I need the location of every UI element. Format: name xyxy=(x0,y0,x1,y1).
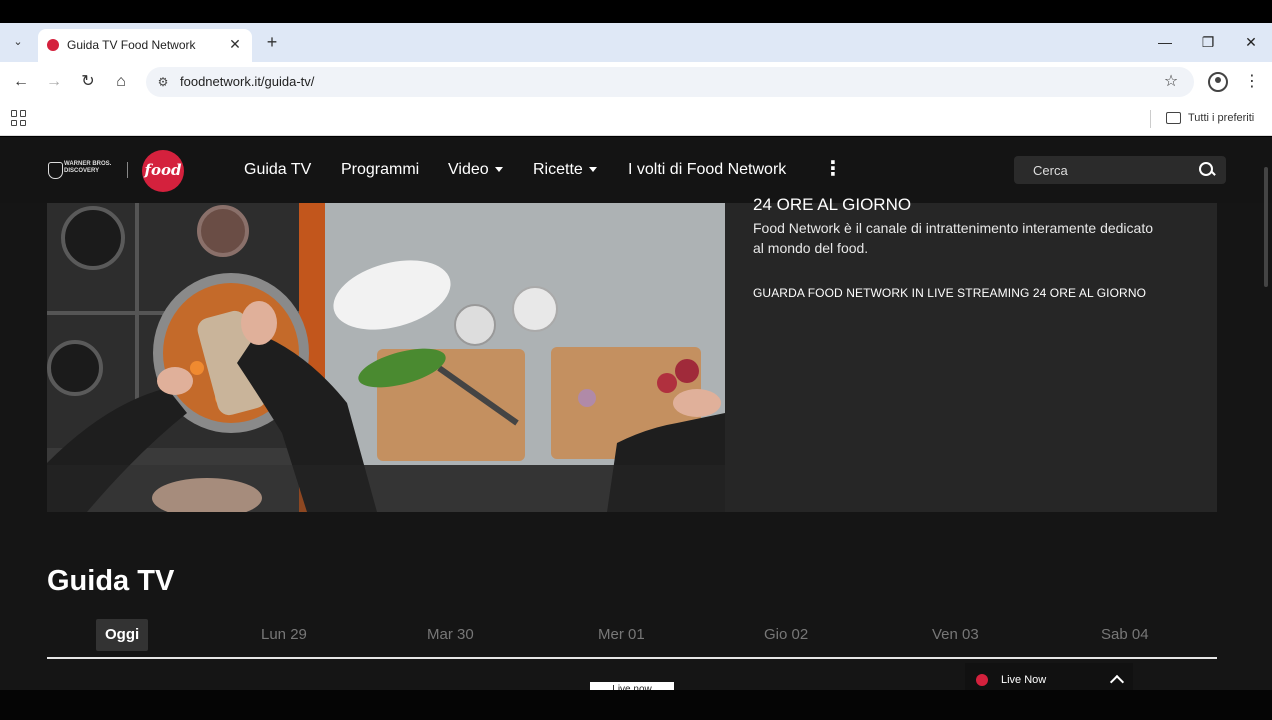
nav-programmi[interactable]: Programmi xyxy=(341,161,419,179)
browser-window: ⌄ Guida TV Food Network ✕ + — ❐ ✕ ← → ↻ … xyxy=(0,0,1272,720)
kitchen-scene-image xyxy=(47,203,725,512)
caret-down-icon xyxy=(494,167,503,173)
more-menu-icon[interactable]: ⋮ xyxy=(823,157,843,181)
live-now-tag[interactable]: Live now xyxy=(590,682,674,690)
site-settings-icon[interactable]: ⚙ xyxy=(154,73,172,91)
tab-title: Guida TV Food Network xyxy=(67,38,196,52)
live-hero-banner: 24 ORE AL GIORNO Food Network è il canal… xyxy=(47,195,1217,512)
bookmarks-divider xyxy=(1150,110,1151,128)
active-tab[interactable]: Guida TV Food Network ✕ xyxy=(38,29,252,62)
forward-arrow-icon[interactable]: → xyxy=(43,71,65,93)
search-input[interactable]: Cerca xyxy=(1033,163,1068,178)
page-scrollbar[interactable] xyxy=(1264,167,1268,287)
close-window-icon[interactable]: ✕ xyxy=(1240,31,1262,53)
close-tab-icon[interactable]: ✕ xyxy=(226,35,244,53)
reload-icon[interactable]: ↻ xyxy=(77,71,99,93)
search-icon[interactable] xyxy=(1198,161,1216,179)
live-now-player-bar[interactable]: Live Now xyxy=(965,663,1133,690)
minimize-icon[interactable]: — xyxy=(1154,31,1176,53)
live-streaming-link[interactable]: GUARDA FOOD NETWORK IN LIVE STREAMING 24… xyxy=(753,286,1146,300)
tab-oggi[interactable]: Oggi xyxy=(96,619,149,651)
nav-ricette-label: Ricette xyxy=(533,161,583,178)
site-header: WARNER BROS. DISCOVERY food Guida TV Pro… xyxy=(0,137,1272,203)
back-arrow-icon[interactable]: ← xyxy=(10,71,32,93)
nav-ricette[interactable]: Ricette xyxy=(533,161,597,179)
logo-divider xyxy=(127,162,128,178)
nav-video-label: Video xyxy=(448,161,489,178)
food-network-favicon-icon xyxy=(47,39,59,51)
tab-search-chevron-icon[interactable]: ⌄ xyxy=(8,32,28,52)
chevron-up-icon[interactable] xyxy=(1108,671,1126,689)
bookmark-star-icon[interactable]: ☆ xyxy=(1160,71,1182,93)
all-bookmarks-label[interactable]: Tutti i preferiti xyxy=(1188,112,1254,124)
folder-icon[interactable] xyxy=(1166,112,1181,124)
apps-grid-icon[interactable] xyxy=(11,110,27,126)
hero-heading: 24 ORE AL GIORNO xyxy=(753,195,912,214)
tab-ven-03[interactable]: Ven 03 xyxy=(932,619,979,651)
wbd-logo-line1: WARNER BROS. xyxy=(64,161,112,167)
url-text[interactable]: foodnetwork.it/guida-tv/ xyxy=(180,74,314,89)
hero-description: Food Network è il canale di intrattenime… xyxy=(753,220,1153,256)
tab-mar-30[interactable]: Mar 30 xyxy=(427,619,474,651)
new-tab-plus-icon[interactable]: + xyxy=(262,32,282,52)
tab-mer-01[interactable]: Mer 01 xyxy=(598,619,645,651)
nav-volti[interactable]: I volti di Food Network xyxy=(628,161,786,179)
page-content: WARNER BROS. DISCOVERY food Guida TV Pro… xyxy=(0,137,1272,690)
bookmarks-bar: Tutti i preferiti xyxy=(0,102,1272,136)
nav-guida-tv[interactable]: Guida TV xyxy=(244,161,311,179)
restore-icon[interactable]: ❐ xyxy=(1197,31,1219,53)
nav-video[interactable]: Video xyxy=(448,161,503,179)
tab-strip: ⌄ Guida TV Food Network ✕ + — ❐ ✕ xyxy=(0,23,1272,62)
search-box[interactable]: Cerca xyxy=(1014,156,1226,184)
address-bar[interactable]: ⚙ foodnetwork.it/guida-tv/ xyxy=(146,67,1194,97)
warner-bros-discovery-logo[interactable]: WARNER BROS. DISCOVERY xyxy=(48,161,120,179)
tab-lun-29[interactable]: Lun 29 xyxy=(261,619,307,651)
browser-toolbar: ← → ↻ ⌂ ⚙ foodnetwork.it/guida-tv/ ☆ ⋮ xyxy=(0,62,1272,102)
food-network-logo[interactable]: food xyxy=(142,150,184,192)
profile-avatar-icon[interactable] xyxy=(1208,72,1228,92)
wbd-logo-line2: DISCOVERY xyxy=(64,168,100,174)
home-icon[interactable]: ⌂ xyxy=(110,71,132,93)
day-tabs: Oggi Lun 29 Mar 30 Mer 01 Gio 02 Ven 03 … xyxy=(47,619,1217,659)
tab-gio-02[interactable]: Gio 02 xyxy=(764,619,808,651)
page-title: Guida TV xyxy=(47,565,175,597)
bottom-black-bar xyxy=(0,690,1272,720)
tab-sab-04[interactable]: Sab 04 xyxy=(1101,619,1149,651)
caret-down-icon xyxy=(588,167,597,173)
live-indicator-icon xyxy=(976,674,988,686)
cooking-video-still[interactable] xyxy=(47,203,725,512)
live-now-label: Live Now xyxy=(1001,674,1047,686)
browser-menu-icon[interactable]: ⋮ xyxy=(1242,71,1262,93)
